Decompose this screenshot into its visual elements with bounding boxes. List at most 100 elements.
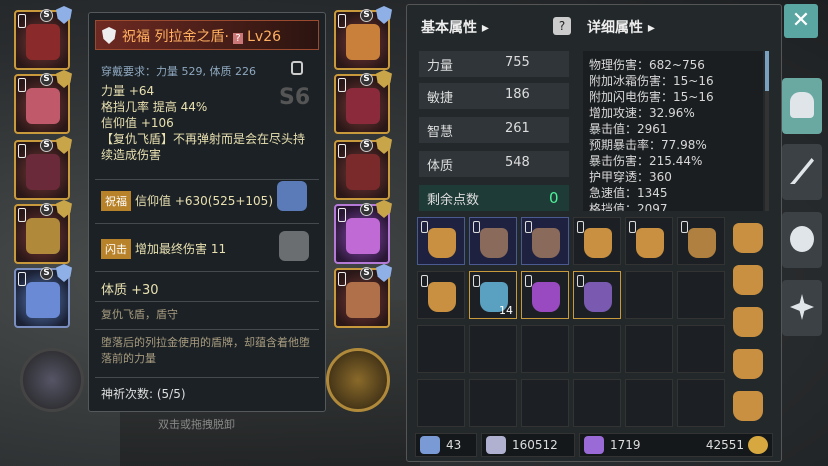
help-button[interactable]: ?: [553, 17, 571, 35]
inventory-slot[interactable]: [625, 271, 673, 319]
shield-badge-icon: [56, 6, 72, 24]
bag-icon: [688, 228, 716, 258]
lock-ribbon-icon: [421, 221, 428, 233]
equip-slot-shield[interactable]: S: [14, 200, 72, 264]
inventory-slot[interactable]: [677, 217, 725, 265]
inventory-slot[interactable]: [625, 217, 673, 265]
equip-slot-gloves[interactable]: S: [334, 70, 392, 134]
detail-line: 暴击伤害：215.44%: [589, 154, 703, 168]
bag-tab[interactable]: [727, 301, 769, 341]
bag-icon: [532, 228, 560, 258]
necklace-icon: [346, 24, 380, 60]
inventory-slot[interactable]: [677, 379, 725, 427]
flash-text: 增加最终伤害 11: [135, 242, 227, 256]
scepter-icon: [26, 282, 60, 318]
equip-slot-weapon[interactable]: S: [334, 264, 392, 328]
nav-equipment[interactable]: [782, 78, 822, 134]
attr-row: 敏捷 186: [419, 83, 569, 109]
boots-icon: [346, 154, 380, 190]
inventory-slot[interactable]: [677, 271, 725, 319]
skill-description: 【复仇飞盾】不再弹射而是会在尽头持续造成伤害: [101, 131, 311, 163]
inventory-slot[interactable]: [469, 325, 517, 373]
equip-slot-offhand[interactable]: S: [14, 264, 72, 328]
item-lore: 堕落后的列拉金使用的盾牌，却蕴含着他堕落前的力量: [101, 336, 310, 365]
bag-icon: [733, 391, 763, 421]
inventory-slot[interactable]: [417, 271, 465, 319]
shield-badge-icon: [376, 136, 392, 154]
inventory-slot[interactable]: [625, 325, 673, 373]
currency-a: 43: [415, 433, 477, 457]
nav-settings[interactable]: [782, 280, 822, 336]
lock-ribbon-icon: [338, 144, 346, 158]
detail-line: 附加闪电伤害：15~16: [589, 90, 714, 104]
inventory-slot[interactable]: [573, 379, 621, 427]
help-icon[interactable]: ?: [233, 33, 243, 44]
s-badge: S: [360, 139, 373, 152]
item-stats: 力量 +64 格挡几率 提高 44% 信仰值 +106 【复仇飞盾】不再弹射而是…: [101, 83, 311, 163]
inventory-slot[interactable]: [417, 325, 465, 373]
gold-value: 42551: [705, 438, 744, 452]
detail-scrollbar[interactable]: [765, 51, 769, 211]
inventory-slot[interactable]: [417, 379, 465, 427]
lock-ribbon-icon: [577, 221, 584, 233]
bag-tab[interactable]: [727, 385, 769, 425]
remaining-points: 剩余点数 0: [419, 185, 569, 211]
inventory-slot[interactable]: [469, 379, 517, 427]
detail-line: 增加攻速：32.96%: [589, 106, 695, 120]
lock-ribbon-icon: [473, 275, 480, 287]
inventory-slot[interactable]: [677, 325, 725, 373]
shield-badge-icon: [56, 136, 72, 154]
bag-tab[interactable]: [727, 217, 769, 257]
attr-row: 智慧 261: [419, 117, 569, 143]
inventory-slot[interactable]: [521, 217, 569, 265]
bag-icon: [636, 228, 664, 258]
gold-coin-icon: [748, 436, 768, 454]
nav-target[interactable]: [782, 212, 822, 268]
equip-slot-necklace[interactable]: S: [334, 6, 392, 70]
unequip-hint: 双击或拖拽脱卸: [158, 418, 235, 431]
inventory-slot[interactable]: [521, 379, 569, 427]
shield-badge-icon: [376, 200, 392, 218]
lock-ribbon-icon: [18, 144, 26, 158]
inventory-slot[interactable]: 14: [469, 271, 517, 319]
item-title: 祝福 列拉金之盾·: [122, 29, 229, 45]
equip-slot-cloak[interactable]: S: [14, 136, 72, 200]
inventory-slot[interactable]: [573, 217, 621, 265]
inventory-slot[interactable]: [625, 379, 673, 427]
weapon-skill-button[interactable]: [20, 348, 84, 412]
detail-list[interactable]: 物理伤害：682~756 附加冰霜伤害：15~16 附加闪电伤害：15~16 增…: [583, 51, 763, 211]
equip-slot-helmet[interactable]: S: [14, 6, 72, 70]
bag-tab[interactable]: [727, 259, 769, 299]
lock-ribbon-icon: [525, 221, 532, 233]
detail-attr-tab[interactable]: 详细属性 ▸: [587, 17, 655, 37]
extra-stat: 体质 +30: [101, 283, 159, 298]
lock-ribbon-icon: [338, 208, 346, 222]
bag-icon: [428, 228, 456, 258]
inventory-slot[interactable]: [573, 325, 621, 373]
compass-nav-icon: [790, 294, 814, 320]
inventory-slot[interactable]: [469, 217, 517, 265]
nav-skills[interactable]: [782, 144, 822, 200]
bag-icon: [480, 228, 508, 258]
inventory-slot[interactable]: [521, 325, 569, 373]
stat-line: 信仰值 +106: [101, 116, 174, 130]
lock-icon[interactable]: [291, 61, 303, 75]
currency-b-value: 160512: [512, 438, 558, 452]
close-button[interactable]: ✕: [784, 4, 818, 38]
bag-icon: [733, 349, 763, 379]
inventory-slot[interactable]: [521, 271, 569, 319]
detail-line: 暴击值：2961: [589, 122, 668, 136]
inventory-slot[interactable]: [417, 217, 465, 265]
divider: [95, 271, 319, 272]
flash-row: 闪击 增加最终伤害 11: [101, 239, 226, 259]
basic-attr-tab[interactable]: 基本属性 ▸: [421, 17, 489, 37]
equip-slot-chest[interactable]: S: [14, 70, 72, 134]
bag-tab[interactable]: [727, 343, 769, 383]
s-badge: S: [40, 203, 53, 216]
inventory-slot[interactable]: [573, 271, 621, 319]
equip-slot-ring[interactable]: S: [334, 200, 392, 264]
attr-value: 548: [505, 155, 530, 170]
bless-tag: 祝福: [101, 191, 131, 211]
equip-slot-boots[interactable]: S: [334, 136, 392, 200]
ring-skill-button[interactable]: [326, 348, 390, 412]
